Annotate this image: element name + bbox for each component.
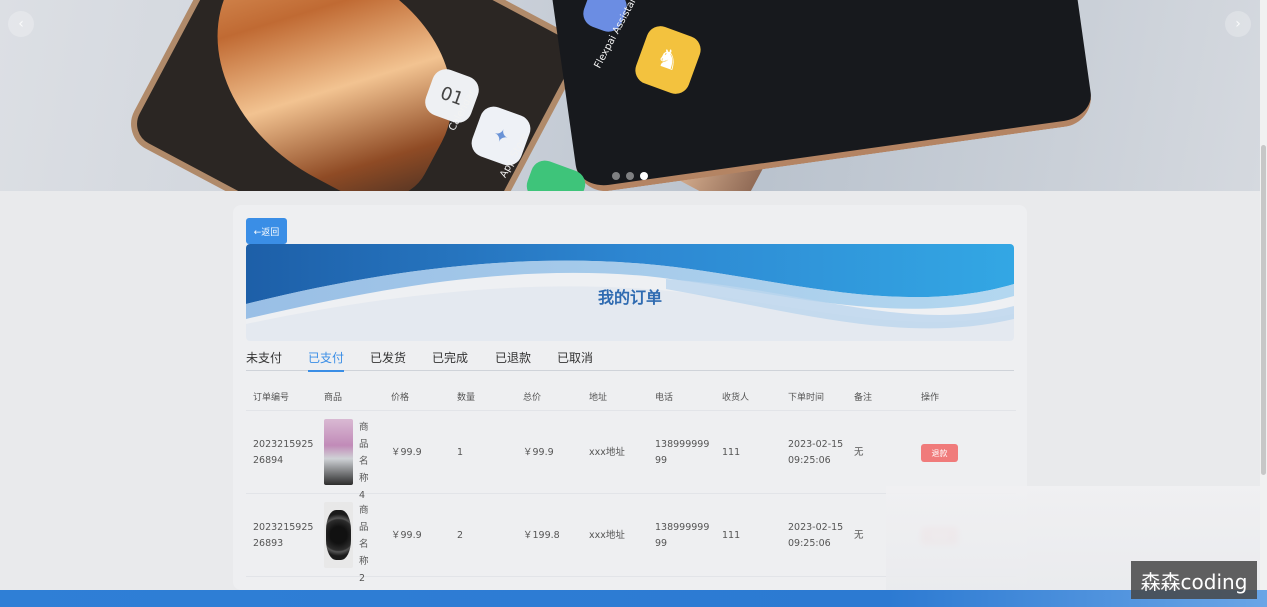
carousel-dot[interactable] bbox=[626, 172, 634, 180]
tab-unpaid[interactable]: 未支付 bbox=[246, 349, 282, 370]
remark: 无 bbox=[854, 447, 864, 458]
phone-image-left bbox=[121, 0, 589, 191]
column-header: 数量 bbox=[457, 393, 476, 403]
order-time: 2023-02-15 09:25:06 bbox=[788, 522, 844, 549]
column-header: 备注 bbox=[854, 393, 873, 403]
orders-header-banner: 我的订单 bbox=[246, 244, 1014, 341]
tab-paid[interactable]: 已支付 bbox=[308, 349, 345, 372]
chevron-left-icon[interactable]: ‹ bbox=[8, 11, 34, 37]
order-status-tabs: 未支付 已支付 已发货 已完成 已退款 已取消 bbox=[246, 349, 1014, 372]
column-header: 地址 bbox=[589, 393, 608, 403]
bottom-bar bbox=[0, 590, 1267, 607]
order-time: 2023-02-15 09:25:06 bbox=[788, 439, 844, 466]
total-price: ￥99.9 bbox=[523, 447, 554, 458]
refund-button[interactable]: 退款 bbox=[921, 444, 958, 462]
address: xxx地址 bbox=[589, 447, 625, 458]
scrollbar-thumb[interactable] bbox=[1261, 145, 1266, 475]
product-image[interactable] bbox=[324, 419, 353, 485]
column-header: 总价 bbox=[523, 393, 542, 403]
total-price: ￥199.8 bbox=[523, 530, 560, 541]
table-header: 订单编号 商品 价格 数量 总价 地址 电话 收货人 下单时间 备注 操作 bbox=[246, 381, 1016, 411]
carousel-indicators bbox=[612, 172, 648, 180]
column-header: 电话 bbox=[655, 393, 674, 403]
column-header: 下单时间 bbox=[788, 393, 825, 403]
column-header: 收货人 bbox=[722, 393, 750, 403]
watermark: 森森coding bbox=[1131, 561, 1257, 599]
receiver: 111 bbox=[722, 447, 741, 458]
column-header: 订单编号 bbox=[253, 393, 290, 403]
chevron-right-icon[interactable]: › bbox=[1225, 11, 1251, 37]
phone: 138999999 99 bbox=[655, 439, 710, 466]
quantity: 2 bbox=[457, 530, 464, 541]
order-number: 2023215925 26894 bbox=[253, 439, 314, 466]
tab-completed[interactable]: 已完成 bbox=[432, 349, 468, 370]
price: ￥99.9 bbox=[391, 530, 422, 541]
column-header: 操作 bbox=[921, 393, 940, 403]
product-banner-carousel[interactable]: 01 ✦ ♞ Calendar App Store Flexpai Assist… bbox=[0, 0, 1260, 191]
carousel-dot[interactable] bbox=[612, 172, 620, 180]
price: ￥99.9 bbox=[391, 447, 422, 458]
tab-refunded[interactable]: 已退款 bbox=[495, 349, 531, 370]
product-image[interactable] bbox=[324, 502, 353, 568]
tab-shipped[interactable]: 已发货 bbox=[370, 349, 406, 370]
page-title: 我的订单 bbox=[597, 288, 662, 307]
address: xxx地址 bbox=[589, 530, 625, 541]
order-number: 2023215925 26893 bbox=[253, 522, 314, 549]
tab-cancelled[interactable]: 已取消 bbox=[557, 349, 593, 370]
product-name: 商品名称4 bbox=[359, 422, 369, 501]
table-row: 2023215925 26894 商品名称4 ￥99.9 1 ￥99.9 xxx地… bbox=[246, 411, 1016, 501]
product-name: 商品名称2 bbox=[359, 505, 369, 584]
column-header: 价格 bbox=[391, 393, 410, 403]
back-button[interactable]: ←返回 bbox=[246, 218, 287, 244]
carousel-dot-active[interactable] bbox=[640, 172, 648, 180]
column-header: 商品 bbox=[324, 393, 343, 403]
phone-image-right bbox=[545, 0, 1095, 191]
remark: 无 bbox=[854, 530, 864, 541]
quantity: 1 bbox=[457, 447, 464, 458]
receiver: 111 bbox=[722, 530, 741, 541]
page-scrollbar[interactable] bbox=[1260, 0, 1267, 590]
phone: 138999999 99 bbox=[655, 522, 710, 549]
